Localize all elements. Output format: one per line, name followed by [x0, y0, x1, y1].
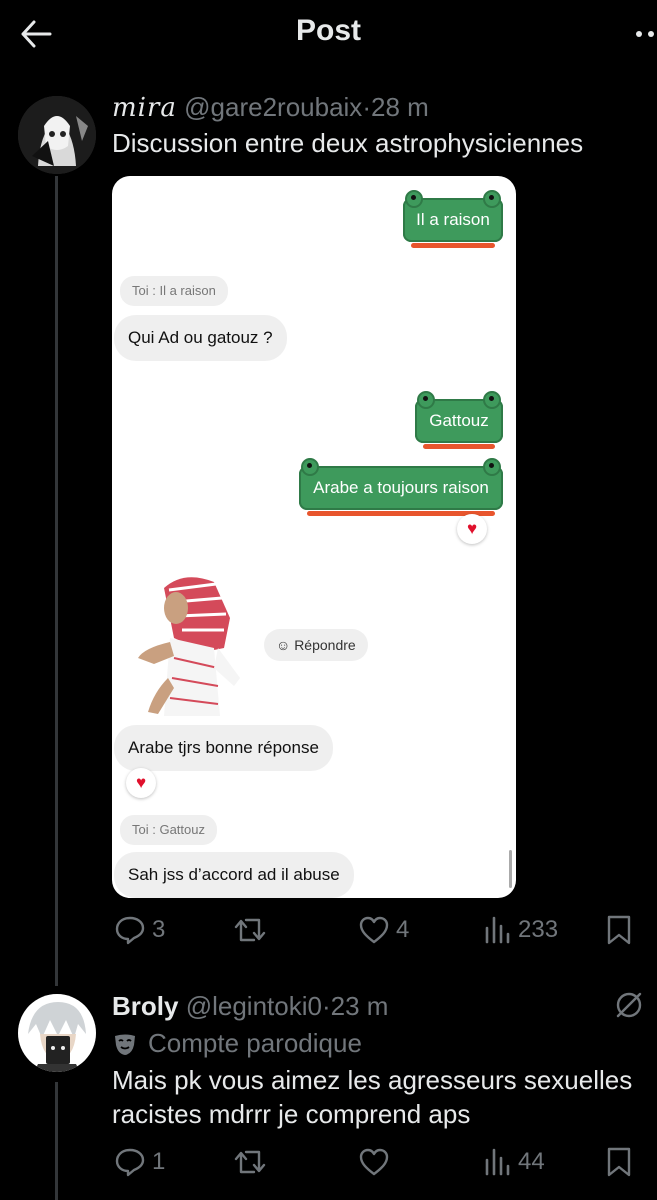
- post-time[interactable]: 28 m: [371, 92, 429, 122]
- retweet-icon: [234, 918, 266, 942]
- quoted-reply: Toi : Il a raison: [120, 276, 228, 306]
- parody-badge: Compte parodique: [112, 1028, 362, 1059]
- author-handle[interactable]: @legintoki0: [186, 991, 322, 1021]
- parody-mask-icon: [115, 1034, 135, 1055]
- views-action[interactable]: 233: [484, 914, 558, 946]
- meta-separator: ·: [362, 92, 371, 122]
- outgoing-message: Arabe a toujours raison: [299, 458, 503, 516]
- post-text: Discussion entre deux astrophysiciennes: [112, 128, 584, 158]
- bookmark-action[interactable]: [606, 1146, 632, 1178]
- reply-text-line: racistes mdrrr je comprend aps: [112, 1099, 471, 1129]
- author-name[interactable]: mira: [112, 93, 177, 123]
- retweet-action[interactable]: [232, 914, 268, 946]
- incoming-message: Arabe tjrs bonne réponse: [114, 725, 333, 771]
- author-handle[interactable]: @gare2roubaix: [184, 92, 362, 122]
- avatar[interactable]: [18, 96, 96, 174]
- reply-text: Mais pk vous aimez les agresseurs sexuel…: [112, 1063, 652, 1131]
- grok-icon[interactable]: [614, 990, 644, 1020]
- like-count: 4: [396, 916, 410, 943]
- retweet-icon: [234, 1150, 266, 1174]
- post-image[interactable]: Il a raison Toi : Il a raison Qui Ad ou …: [112, 176, 516, 898]
- bookmark-action[interactable]: [606, 914, 632, 946]
- parody-label: Compte parodique: [148, 1028, 362, 1058]
- author-name[interactable]: Broly: [112, 991, 178, 1021]
- message-text: Arabe a toujours raison: [313, 478, 489, 497]
- post-header: mira @gare2roubaix·28 m: [112, 92, 429, 123]
- reply-action[interactable]: 1: [114, 1146, 165, 1178]
- reply-icon: [115, 1148, 145, 1177]
- view-count: 44: [518, 1148, 545, 1175]
- outgoing-message: Gattouz: [415, 391, 503, 449]
- retweet-action[interactable]: [232, 1146, 268, 1178]
- bookmark-icon: [607, 1147, 631, 1177]
- meta-separator: ·: [321, 991, 331, 1021]
- heart-reaction-icon: ♥: [457, 514, 487, 544]
- message-text: Gattouz: [429, 411, 489, 430]
- reply-action[interactable]: 3: [114, 914, 165, 946]
- bookmark-icon: [607, 915, 631, 945]
- like-icon: [359, 1148, 389, 1176]
- incoming-message: Qui Ad ou gatouz ?: [114, 315, 287, 361]
- outgoing-message: Il a raison: [403, 190, 503, 248]
- scrollbar[interactable]: [509, 850, 512, 888]
- like-action[interactable]: 4: [358, 914, 409, 946]
- message-text: Il a raison: [416, 210, 490, 229]
- heart-reaction-icon: ♥: [126, 768, 156, 798]
- thread-line: [55, 1082, 58, 1200]
- quoted-reply: Toi : Gattouz: [120, 815, 217, 845]
- like-action[interactable]: [358, 1146, 390, 1178]
- reply-count: 1: [152, 1148, 166, 1175]
- smiley-icon: ☺: [276, 637, 291, 653]
- like-icon: [359, 916, 389, 944]
- reply-header: Broly @legintoki0·23 m: [112, 991, 388, 1022]
- reply-label: Répondre: [294, 637, 356, 653]
- view-count: 233: [518, 916, 559, 943]
- views-icon: [485, 916, 510, 944]
- views-icon: [485, 1148, 510, 1176]
- thread-line: [55, 176, 58, 986]
- incoming-message: Sah jss d’accord ad il abuse: [114, 852, 354, 898]
- post-time[interactable]: 23 m: [331, 991, 389, 1021]
- reply-text-line: Mais pk vous aimez les agresseurs sexuel…: [112, 1065, 633, 1095]
- reply-button[interactable]: ☺ Répondre: [264, 629, 368, 661]
- avatar[interactable]: [18, 994, 96, 1072]
- more-icon[interactable]: [636, 24, 657, 44]
- reply-count: 3: [152, 916, 166, 943]
- sticker-image: [138, 577, 240, 716]
- views-action[interactable]: 44: [484, 1146, 545, 1178]
- page-title: Post: [295, 14, 361, 47]
- top-bar: Post: [0, 0, 657, 68]
- reply-icon: [115, 916, 145, 945]
